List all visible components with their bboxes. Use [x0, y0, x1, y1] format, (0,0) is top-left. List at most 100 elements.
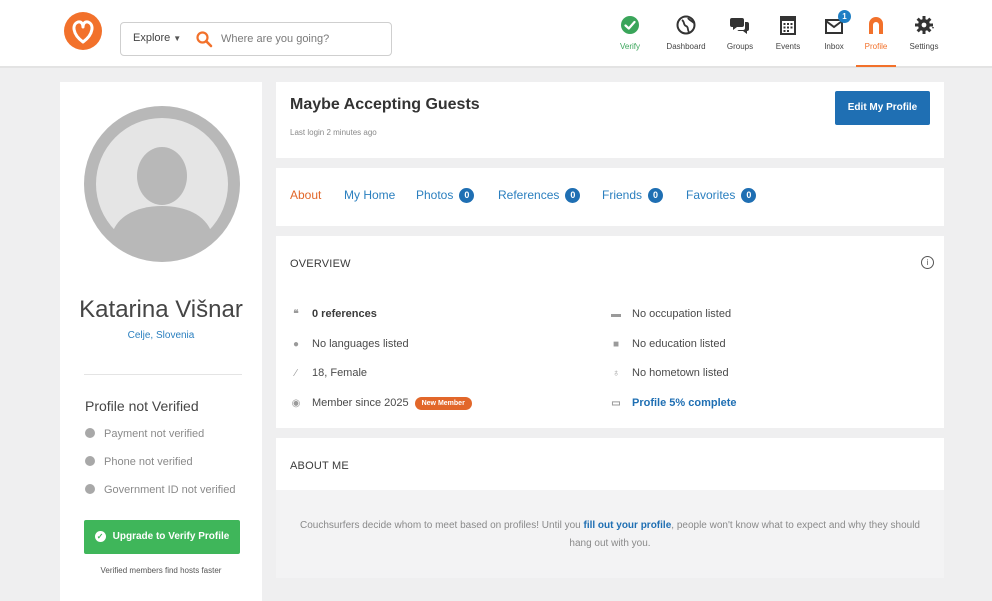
overview-education: ■ No education listed: [608, 338, 726, 350]
fill-out-profile-link[interactable]: fill out your profile: [583, 520, 671, 531]
tab-label: Photos: [416, 188, 454, 202]
info-icon[interactable]: i: [921, 256, 934, 269]
overview-heading: OVERVIEW: [290, 258, 351, 270]
upgrade-verify-button[interactable]: ✓ Upgrade to Verify Profile: [84, 520, 240, 554]
profile-sidebar: Katarina Višnar Celje, Slovenia Profile …: [60, 82, 262, 601]
about-me-heading: ABOUT ME: [290, 460, 349, 472]
profile-status-card: Maybe Accepting Guests Last login 2 minu…: [276, 82, 944, 158]
overview-references[interactable]: ❝ 0 references: [288, 308, 377, 320]
overview-text: Member since 2025: [312, 397, 409, 409]
active-nav-indicator: [856, 65, 896, 67]
tab-label: Favorites: [686, 188, 736, 202]
couchsurfing-logo-icon[interactable]: [64, 12, 102, 50]
search-icon[interactable]: [195, 30, 213, 48]
user-name: Katarina Višnar: [79, 296, 243, 323]
count-badge: 0: [648, 188, 664, 203]
search-box: Explore ▼: [120, 22, 392, 56]
nav-events-label: Events: [775, 42, 801, 51]
explore-dropdown[interactable]: Explore ▼: [133, 32, 181, 44]
explore-label: Explore: [133, 32, 171, 44]
last-login: Last login 2 minutes ago: [290, 128, 377, 137]
quote-icon: ❝: [293, 309, 299, 320]
tab-friends[interactable]: Friends 0: [602, 188, 664, 203]
briefcase-icon: ▬: [611, 309, 621, 320]
check-icon: ✓: [94, 531, 106, 542]
nav-events[interactable]: Events: [762, 14, 814, 66]
globe-icon: [676, 15, 696, 35]
profile-completion-link[interactable]: ▭ Profile 5% complete: [608, 397, 737, 409]
hosting-status: Maybe Accepting Guests: [290, 96, 480, 113]
overview-member-since: ◉ Member since 2025 New Member: [288, 397, 472, 410]
overview-text: Profile 5% complete: [632, 397, 737, 409]
verification-item-payment: Payment not verified: [85, 428, 204, 440]
nav-dashboard[interactable]: Dashboard: [660, 14, 712, 66]
chat-bubbles-icon: [730, 18, 749, 34]
count-badge: 0: [741, 188, 757, 203]
overview-text: 18, Female: [312, 367, 368, 379]
overview-text: 0 references: [312, 308, 377, 320]
calendar-icon: [780, 16, 796, 35]
tab-label: Friends: [602, 188, 643, 202]
nav-profile[interactable]: Profile: [850, 14, 902, 67]
verification-item-label: Payment not verified: [104, 428, 205, 440]
nav-groups-label: Groups: [726, 42, 754, 51]
search-input[interactable]: [221, 28, 385, 50]
tab-label: My Home: [344, 188, 396, 202]
overview-text: No hometown listed: [632, 367, 729, 379]
tab-my-home[interactable]: My Home: [344, 188, 395, 202]
tab-about[interactable]: About: [290, 188, 321, 202]
verification-item-label: Government ID not verified: [104, 484, 236, 496]
nav-verify[interactable]: Verify: [604, 14, 656, 66]
unverified-icon: [85, 484, 95, 494]
overview-languages: ● No languages listed: [288, 338, 409, 350]
new-member-badge: New Member: [414, 397, 472, 410]
verified-members-note: Verified members find hosts faster: [100, 566, 222, 575]
overview-text: No occupation listed: [632, 308, 732, 320]
caret-down-icon: ▼: [173, 34, 182, 43]
overview-text: No education listed: [632, 338, 726, 350]
unverified-icon: [85, 428, 95, 438]
overview-text: No languages listed: [312, 338, 409, 350]
speech-bubble-icon: ●: [292, 339, 300, 350]
profile-icon: [869, 17, 883, 34]
id-card-icon: ▭: [611, 398, 621, 409]
nav-verify-label: Verify: [619, 42, 640, 51]
avatar[interactable]: [84, 106, 240, 262]
tab-photos[interactable]: Photos 0: [416, 188, 475, 203]
overview-occupation: ▬ No occupation listed: [608, 308, 731, 320]
verification-item-label: Phone not verified: [104, 456, 193, 468]
upgrade-button-label: Upgrade to Verify Profile: [112, 531, 230, 542]
map-pin-icon: ♁: [612, 368, 620, 379]
feather-icon: ∕: [295, 368, 297, 379]
nav-dashboard-label: Dashboard: [666, 42, 706, 51]
tab-references[interactable]: References 0: [498, 188, 581, 203]
tab-label: About: [290, 188, 322, 202]
check-circle-icon: [621, 16, 639, 34]
profile-tabs: About My Home Photos 0 References 0 Friend…: [276, 168, 944, 226]
verification-heading: Profile not Verified: [85, 398, 199, 414]
top-navigation-bar: Explore▼ Verify Dashboard Groups: [0, 0, 992, 68]
nav-groups[interactable]: Groups: [714, 14, 766, 66]
sidebar-divider: [84, 374, 242, 375]
about-me-body: Couchsurfers decide whom to meet based o…: [276, 490, 944, 578]
nav-settings[interactable]: Settings: [898, 14, 950, 66]
gear-icon: [915, 16, 934, 34]
member-icon: ◉: [291, 398, 301, 409]
overview-card: OVERVIEW i ❝ 0 references ● No languages l…: [276, 236, 944, 428]
book-icon: ■: [612, 339, 620, 350]
tab-favorites[interactable]: Favorites 0: [686, 188, 757, 203]
about-me-prompt: Couchsurfers decide whom to meet based o…: [296, 517, 924, 553]
count-badge: 0: [565, 188, 581, 203]
overview-age-gender: ∕ 18, Female: [288, 367, 367, 379]
count-badge: 0: [459, 188, 475, 203]
about-me-card: ABOUT ME Couchsurfers decide whom to mee…: [276, 438, 944, 578]
user-location-link[interactable]: Celje, Slovenia: [60, 330, 262, 341]
about-me-text: Couchsurfers decide whom to meet based o…: [300, 520, 584, 531]
verification-item-phone: Phone not verified: [85, 456, 193, 468]
edit-profile-button[interactable]: Edit My Profile: [835, 91, 930, 125]
nav-settings-label: Settings: [909, 42, 939, 51]
verification-item-government-id: Government ID not verified: [85, 484, 235, 496]
nav-profile-label: Profile: [864, 42, 888, 51]
unverified-icon: [85, 456, 95, 466]
tab-label: References: [498, 188, 560, 202]
